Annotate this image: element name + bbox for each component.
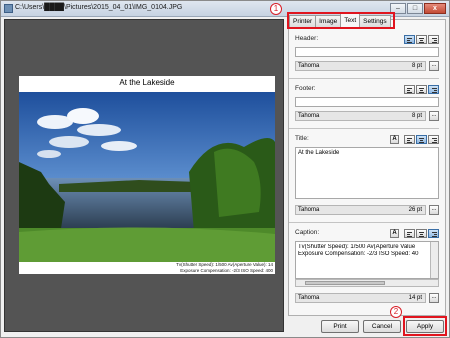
maximize-button[interactable]: □ <box>407 3 423 14</box>
align-left-icon[interactable] <box>404 85 415 94</box>
scrollbar-thumb[interactable] <box>305 281 385 285</box>
align-center-icon[interactable] <box>416 229 427 238</box>
footer-font-field: Tahoma <box>295 111 387 121</box>
callout-badge-2: 2 <box>390 306 402 318</box>
print-button[interactable]: Print <box>321 320 359 333</box>
preview-title: At the Lakeside <box>119 78 175 87</box>
caption-horizontal-scrollbar[interactable] <box>295 279 439 287</box>
preview-page: At the Lakeside Tv(Shutter Speed): 1/500… <box>19 76 275 274</box>
align-left-icon[interactable] <box>404 229 415 238</box>
align-right-icon[interactable] <box>428 135 439 144</box>
caption-line-1: Tv(Shutter Speed): 1/500 Av(Aperture Val… <box>298 244 416 250</box>
close-button[interactable]: x <box>424 3 446 14</box>
footer-section: Footer: Tahoma 8 pt ... <box>295 85 439 125</box>
divider <box>289 222 439 223</box>
footer-align-group <box>404 85 439 94</box>
caption-label: Caption: <box>295 229 320 236</box>
caption-align-group: A <box>390 229 439 238</box>
header-font-field: Tahoma <box>295 61 387 71</box>
preview-caption: Tv(Shutter Speed): 1/500 Av(Aperture Val… <box>153 262 273 273</box>
text-style-button[interactable]: A <box>390 135 399 144</box>
text-settings-content: Header: Tahoma 8 pt ... Footer: Tahoma 8… <box>289 31 445 315</box>
title-font-button[interactable]: ... <box>429 205 439 215</box>
text-style-button[interactable]: A <box>390 229 399 238</box>
divider <box>289 78 439 79</box>
preview-photo <box>19 92 275 262</box>
callout-badge-1: 1 <box>270 3 282 15</box>
title-label: Title: <box>295 135 309 142</box>
app-icon <box>4 4 13 13</box>
caption-font-field: Tahoma <box>295 293 387 303</box>
align-right-icon[interactable] <box>428 35 439 44</box>
caption-vertical-scrollbar[interactable] <box>430 242 438 278</box>
caption-size-field: 14 pt <box>386 293 426 303</box>
footer-size-field: 8 pt <box>386 111 426 121</box>
apply-highlight-box <box>403 316 447 336</box>
window-title: C:\Users\████\Pictures\2015_04_01\IMG_01… <box>15 4 183 11</box>
align-center-icon[interactable] <box>416 135 427 144</box>
header-section: Header: Tahoma 8 pt ... <box>295 35 439 75</box>
caption-line-2: Exposure Compensation: -2/3 ISO Speed: 4… <box>298 251 419 257</box>
footer-text-field[interactable] <box>295 97 439 107</box>
header-font-button[interactable]: ... <box>429 61 439 71</box>
header-label: Header: <box>295 35 319 42</box>
footer-font-button[interactable]: ... <box>429 111 439 121</box>
title-size-field: 26 pt <box>386 205 426 215</box>
title-text-area[interactable]: At the Lakeside <box>295 147 439 199</box>
title-section: Title: A At the Lakeside Tahoma 26 pt ..… <box>295 135 439 217</box>
align-center-icon[interactable] <box>416 85 427 94</box>
align-right-icon[interactable] <box>428 85 439 94</box>
caption-section: Caption: A Tv(Shutter Speed): 1/500 Av(A… <box>295 229 439 311</box>
align-left-icon[interactable] <box>404 135 415 144</box>
title-font-field: Tahoma <box>295 205 387 215</box>
header-size-field: 8 pt <box>386 61 426 71</box>
caption-text-area[interactable]: Tv(Shutter Speed): 1/500 Av(Aperture Val… <box>295 241 439 279</box>
footer-label: Footer: <box>295 85 316 92</box>
caption-font-button[interactable]: ... <box>429 293 439 303</box>
header-align-group <box>404 35 439 44</box>
align-left-icon[interactable] <box>404 35 415 44</box>
tab-highlight-box <box>287 12 395 29</box>
preview-caption-line-2: Exposure Compensation: -2/3 ISO Speed: 4… <box>180 267 273 273</box>
cancel-button[interactable]: Cancel <box>363 320 401 333</box>
window-controls: – □ x <box>390 3 446 14</box>
divider <box>289 128 439 129</box>
align-right-icon[interactable] <box>428 229 439 238</box>
title-align-group: A <box>390 135 439 144</box>
header-text-field[interactable] <box>295 47 439 57</box>
print-preview-area: At the Lakeside Tv(Shutter Speed): 1/500… <box>4 19 284 332</box>
align-center-icon[interactable] <box>416 35 427 44</box>
